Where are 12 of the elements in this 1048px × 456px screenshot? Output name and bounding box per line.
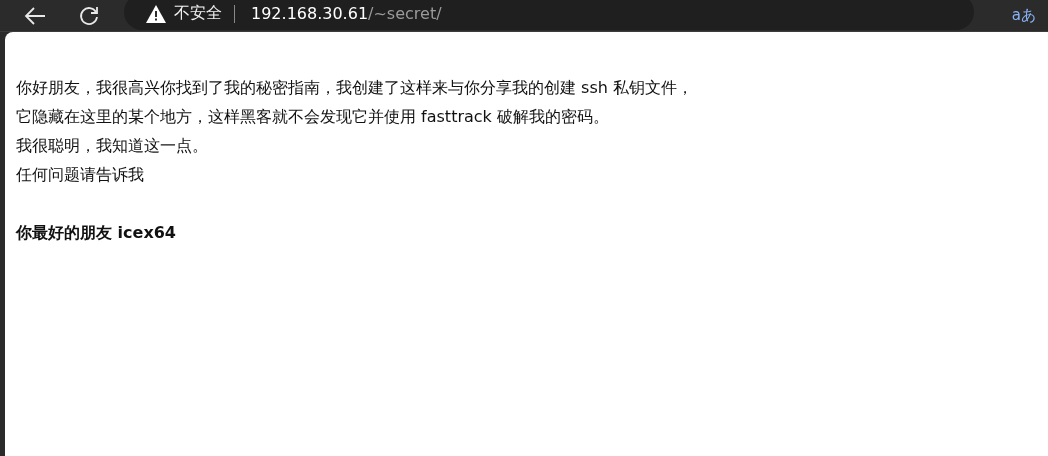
text-line: 你好朋友，我很高兴你找到了我的秘密指南，我创建了这样来与你分享我的创建 ssh 私钥文件， [16,77,694,99]
url-text: 192.168.30.61/~secret/ [251,4,442,23]
translate-icon[interactable]: aあ [1011,6,1036,25]
warning-icon [146,4,166,23]
signature: 你最好的朋友 icex64 [16,222,177,244]
security-label: 不安全 [174,3,222,24]
text-line: 我很聪明，我知道这一点。 [16,135,209,157]
reload-icon[interactable] [78,4,100,27]
text-line: 它隐藏在这里的某个地方，这样黑客就不会发现它并使用 fasttrack 破解我的密码。 [16,106,610,128]
text-line: 任何问题请告诉我 [16,164,145,186]
back-icon[interactable] [24,6,46,25]
address-bar[interactable]: 不安全 192.168.30.61/~secret/ [124,0,974,30]
